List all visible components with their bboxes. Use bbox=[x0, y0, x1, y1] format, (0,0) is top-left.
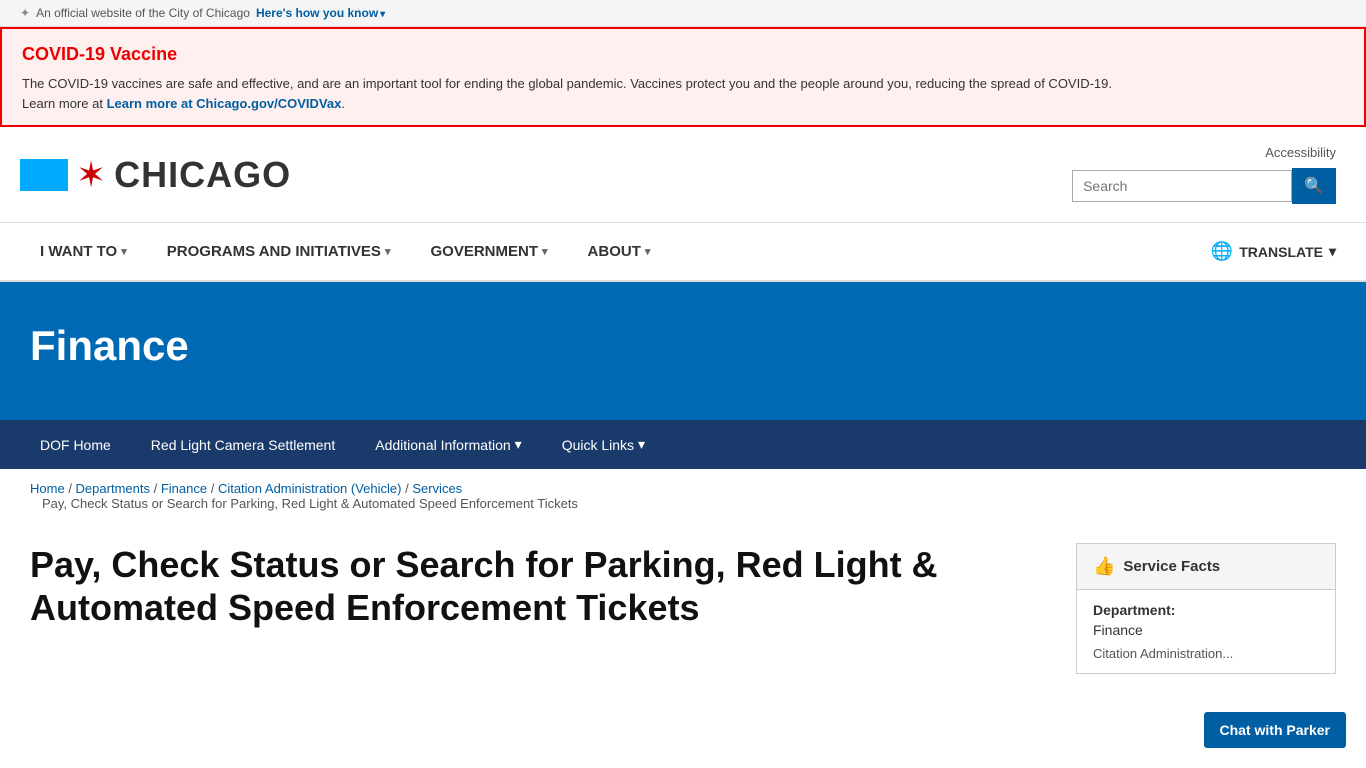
nav-item-programs[interactable]: PROGRAMS AND INITIATIVES ▾ bbox=[147, 225, 411, 278]
service-facts-body: Department: Finance Citation Administrat… bbox=[1077, 590, 1335, 673]
chicago-star-icon: ✶ bbox=[76, 154, 106, 196]
nav-item-government[interactable]: GOVERNMENT ▾ bbox=[410, 225, 567, 278]
covid-learn-link[interactable]: Learn more at Chicago.gov/COVIDVax bbox=[107, 96, 342, 111]
sub-nav: DOF Home Red Light Camera Settlement Add… bbox=[0, 420, 1366, 469]
chat-with-parker-button[interactable]: Chat with Parker bbox=[1204, 712, 1346, 748]
main-nav: I WANT TO ▾ PROGRAMS AND INITIATIVES ▾ G… bbox=[0, 223, 1366, 282]
official-text: An official website of the City of Chica… bbox=[36, 6, 250, 20]
breadcrumb-finance[interactable]: Finance bbox=[161, 481, 207, 496]
covid-banner: COVID-19 Vaccine The COVID-19 vaccines a… bbox=[0, 27, 1366, 127]
site-logo[interactable]: ✶ CHICAGO bbox=[20, 154, 291, 196]
nav-items: I WANT TO ▾ PROGRAMS AND INITIATIVES ▾ G… bbox=[20, 225, 1201, 278]
header-right: Accessibility 🔍 bbox=[1072, 145, 1336, 204]
breadcrumb: Home / Departments / Finance / Citation … bbox=[0, 469, 1366, 523]
breadcrumb-citation[interactable]: Citation Administration (Vehicle) bbox=[218, 481, 402, 496]
chevron-down-icon: ▾ bbox=[638, 436, 645, 453]
sub-nav-additional-info[interactable]: Additional Information ▾ bbox=[355, 420, 541, 469]
covid-body: The COVID-19 vaccines are safe and effec… bbox=[22, 74, 1344, 113]
chevron-down-icon: ▾ bbox=[542, 245, 548, 258]
sub-nav-red-light[interactable]: Red Light Camera Settlement bbox=[131, 421, 355, 469]
search-input[interactable] bbox=[1072, 170, 1292, 202]
page-title: Pay, Check Status or Search for Parking,… bbox=[30, 543, 1046, 629]
chevron-down-icon: ▾ bbox=[385, 245, 391, 258]
translate-label: TRANSLATE bbox=[1239, 244, 1323, 260]
chevron-down-icon: ▾ bbox=[121, 245, 127, 258]
chevron-down-icon: ▾ bbox=[1329, 243, 1336, 260]
nav-item-i-want-to[interactable]: I WANT TO ▾ bbox=[20, 225, 147, 278]
department-label: Department: bbox=[1093, 602, 1319, 618]
main-content: Pay, Check Status or Search for Parking,… bbox=[30, 543, 1046, 674]
sidebar: 👍 Service Facts Department: Finance Cita… bbox=[1076, 543, 1336, 674]
department-value: Finance bbox=[1093, 622, 1319, 638]
chevron-down-icon: ▾ bbox=[645, 245, 651, 258]
service-facts-header: 👍 Service Facts bbox=[1077, 544, 1335, 590]
top-bar: ✦ An official website of the City of Chi… bbox=[0, 0, 1366, 27]
chicago-logo-text: CHICAGO bbox=[114, 154, 291, 196]
chevron-down-icon: ▾ bbox=[515, 436, 522, 453]
service-facts-label: Service Facts bbox=[1123, 558, 1220, 575]
how-to-know-link[interactable]: Here's how you know bbox=[256, 6, 385, 20]
star-icon: ✦ bbox=[20, 6, 30, 20]
sub-label: Citation Administration... bbox=[1093, 646, 1319, 661]
globe-icon: 🌐 bbox=[1211, 241, 1233, 262]
breadcrumb-departments[interactable]: Departments bbox=[76, 481, 150, 496]
page-hero-title: Finance bbox=[30, 322, 1336, 370]
site-header: ✶ CHICAGO Accessibility 🔍 bbox=[0, 127, 1366, 223]
thumbs-up-icon: 👍 bbox=[1093, 556, 1115, 577]
breadcrumb-current: Pay, Check Status or Search for Parking,… bbox=[42, 496, 578, 511]
search-bar: 🔍 bbox=[1072, 168, 1336, 204]
search-button[interactable]: 🔍 bbox=[1292, 168, 1336, 204]
chicago-flag bbox=[20, 159, 68, 191]
translate-section[interactable]: 🌐 TRANSLATE ▾ bbox=[1201, 223, 1346, 280]
covid-title: COVID-19 Vaccine bbox=[22, 41, 1344, 68]
nav-item-about[interactable]: ABOUT ▾ bbox=[568, 225, 671, 278]
content-area: Pay, Check Status or Search for Parking,… bbox=[0, 523, 1366, 704]
accessibility-label: Accessibility bbox=[1265, 145, 1336, 160]
sub-nav-dof-home[interactable]: DOF Home bbox=[20, 421, 131, 469]
breadcrumb-home[interactable]: Home bbox=[30, 481, 65, 496]
sub-nav-quick-links[interactable]: Quick Links ▾ bbox=[542, 420, 665, 469]
service-facts-box: 👍 Service Facts Department: Finance Cita… bbox=[1076, 543, 1336, 674]
breadcrumb-services[interactable]: Services bbox=[412, 481, 462, 496]
hero-section: Finance bbox=[0, 282, 1366, 420]
